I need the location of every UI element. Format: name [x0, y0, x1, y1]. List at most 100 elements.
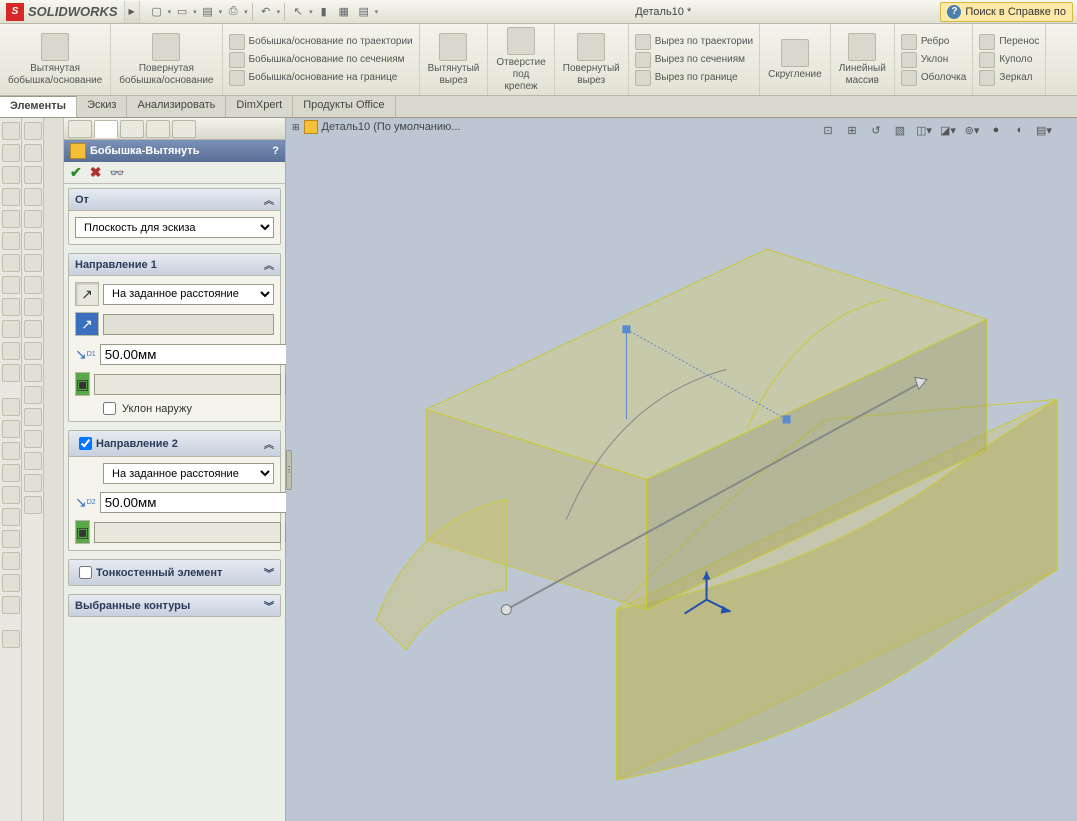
tool-icon[interactable] — [24, 254, 42, 272]
pm-tab-display[interactable] — [146, 120, 170, 138]
save-icon[interactable]: ▤ — [199, 3, 217, 21]
reverse-direction-icon[interactable]: ↗ — [75, 282, 99, 306]
draft-on-off-icon[interactable]: ▣ — [75, 372, 90, 396]
tool-icon[interactable] — [24, 232, 42, 250]
tool-icon[interactable] — [24, 364, 42, 382]
tool-icon[interactable] — [24, 298, 42, 316]
cancel-button[interactable]: ✖ — [90, 164, 102, 181]
dome-button[interactable]: Куполо — [979, 52, 1032, 68]
pm-group-dir1-header[interactable]: Направление 1︽ — [69, 254, 280, 276]
draft-outward-checkbox[interactable]: Уклон наружу — [75, 402, 274, 415]
tool-icon[interactable] — [24, 408, 42, 426]
tool-icon[interactable] — [24, 320, 42, 338]
pm-tab-config[interactable] — [120, 120, 144, 138]
boundary-boss-button[interactable]: Бобышка/основание на границе — [229, 70, 398, 86]
tool-icon[interactable] — [2, 508, 20, 526]
draft-angle-input[interactable] — [94, 374, 281, 395]
tool-icon[interactable] — [2, 166, 20, 184]
dir2-enable-checkbox[interactable] — [79, 437, 92, 450]
boundary-cut-button[interactable]: Вырез по границе — [635, 70, 738, 86]
tool-icon[interactable] — [24, 430, 42, 448]
pm-group-dir2-header[interactable]: Направление 2︽ — [69, 431, 280, 457]
tool-icon[interactable] — [24, 496, 42, 514]
options-icon[interactable]: ▦ — [335, 3, 353, 21]
tool-icon[interactable] — [24, 166, 42, 184]
tool-icon[interactable] — [2, 188, 20, 206]
wrap-button[interactable]: Перенос — [979, 34, 1039, 50]
depth-d1-input[interactable] — [100, 344, 287, 365]
tab-sketch[interactable]: Эскиз — [77, 96, 127, 117]
print-icon[interactable]: ⎙ — [224, 3, 242, 21]
tool-icon[interactable] — [2, 298, 20, 316]
pm-selected-contours-header[interactable]: Выбранные контуры︾ — [68, 594, 281, 617]
new-doc-icon[interactable]: ▢ — [148, 3, 166, 21]
mirror-button[interactable]: Зеркал — [979, 70, 1032, 86]
lofted-boss-button[interactable]: Бобышка/основание по сечениям — [229, 52, 405, 68]
tool-icon[interactable] — [2, 232, 20, 250]
tab-features[interactable]: Элементы — [0, 96, 77, 117]
depth-d2-input[interactable] — [100, 492, 287, 513]
help-search-box[interactable]: ? Поиск в Справке по — [940, 2, 1073, 22]
tool-icon[interactable] — [2, 320, 20, 338]
tool-icon[interactable] — [2, 530, 20, 548]
undo-icon[interactable]: ↶ — [257, 3, 275, 21]
thin-enable-checkbox[interactable] — [79, 566, 92, 579]
open-icon[interactable]: ▭ — [173, 3, 191, 21]
draft-button[interactable]: Уклон — [901, 52, 948, 68]
tab-dimxpert[interactable]: DimXpert — [226, 96, 293, 117]
swept-boss-button[interactable]: Бобышка/основание по траектории — [229, 34, 413, 50]
tool-icon[interactable] — [24, 342, 42, 360]
extruded-cut-button[interactable]: Вытянутый вырез — [426, 31, 482, 89]
tool-icon[interactable] — [2, 364, 20, 382]
menu-dropdown[interactable]: ▶ — [124, 1, 140, 23]
draft2-icon[interactable]: ▣ — [75, 520, 90, 544]
pm-tab-dim[interactable] — [172, 120, 196, 138]
tool-icon[interactable] — [24, 474, 42, 492]
tool-icon[interactable] — [2, 574, 20, 592]
from-condition-select[interactable]: Плоскость для эскиза — [75, 217, 274, 238]
tool-icon[interactable] — [2, 254, 20, 272]
rib-button[interactable]: Ребро — [901, 34, 950, 50]
extruded-boss-button[interactable]: Вытянутая бобышка/основание — [6, 31, 104, 89]
tool-icon[interactable] — [2, 630, 20, 648]
hole-wizard-button[interactable]: Отверстие под крепеж — [494, 25, 547, 95]
graphics-viewport[interactable]: ⊞ Деталь10 (По умолчанию... ⊡ ⊞ ↺ ▧ ◫▾ ◪… — [286, 118, 1077, 821]
linear-pattern-button[interactable]: Линейный массив — [837, 31, 888, 89]
tool-icon[interactable] — [2, 486, 20, 504]
swept-cut-button[interactable]: Вырез по траектории — [635, 34, 753, 50]
panel-splitter[interactable]: ⋮ — [286, 118, 292, 821]
tab-office[interactable]: Продукты Office — [293, 96, 395, 117]
dir1-end-condition-select[interactable]: На заданное расстояние — [103, 284, 274, 305]
direction-reference-field[interactable] — [103, 314, 274, 335]
pm-tab-props[interactable] — [94, 120, 118, 138]
tool-icon[interactable] — [2, 442, 20, 460]
revolved-boss-button[interactable]: Повернутая бобышка/основание — [117, 31, 215, 89]
tool-icon[interactable] — [2, 464, 20, 482]
tool-icon[interactable] — [2, 398, 20, 416]
ok-button[interactable]: ✔ — [70, 164, 82, 181]
tool-icon[interactable] — [2, 144, 20, 162]
shell-button[interactable]: Оболочка — [901, 70, 967, 86]
dir2-end-condition-select[interactable]: На заданное расстояние — [103, 463, 274, 484]
pm-thin-feature-header[interactable]: Тонкостенный элемент︾ — [68, 559, 281, 586]
tool-icon[interactable] — [2, 342, 20, 360]
pm-help-icon[interactable]: ? — [272, 145, 279, 157]
tool-icon[interactable] — [2, 122, 20, 140]
pm-tab-tree[interactable] — [68, 120, 92, 138]
draft2-angle-input[interactable] — [94, 522, 281, 543]
select-icon[interactable]: ↖ — [289, 3, 307, 21]
rebuild-icon[interactable]: ▮ — [315, 3, 333, 21]
fillet-button[interactable]: Скругление — [766, 37, 824, 83]
settings-icon[interactable]: ▤ — [355, 3, 373, 21]
tool-icon[interactable] — [24, 276, 42, 294]
lofted-cut-button[interactable]: Вырез по сечениям — [635, 52, 745, 68]
tool-icon[interactable] — [2, 276, 20, 294]
tool-icon[interactable] — [24, 144, 42, 162]
detail-preview-icon[interactable]: 👓 — [109, 166, 124, 180]
pm-group-from-header[interactable]: От︽ — [69, 189, 280, 211]
tool-icon[interactable] — [24, 122, 42, 140]
tool-icon[interactable] — [2, 210, 20, 228]
tab-evaluate[interactable]: Анализировать — [127, 96, 226, 117]
tool-icon[interactable] — [24, 452, 42, 470]
direction-vector-icon[interactable]: ↗ — [75, 312, 99, 336]
